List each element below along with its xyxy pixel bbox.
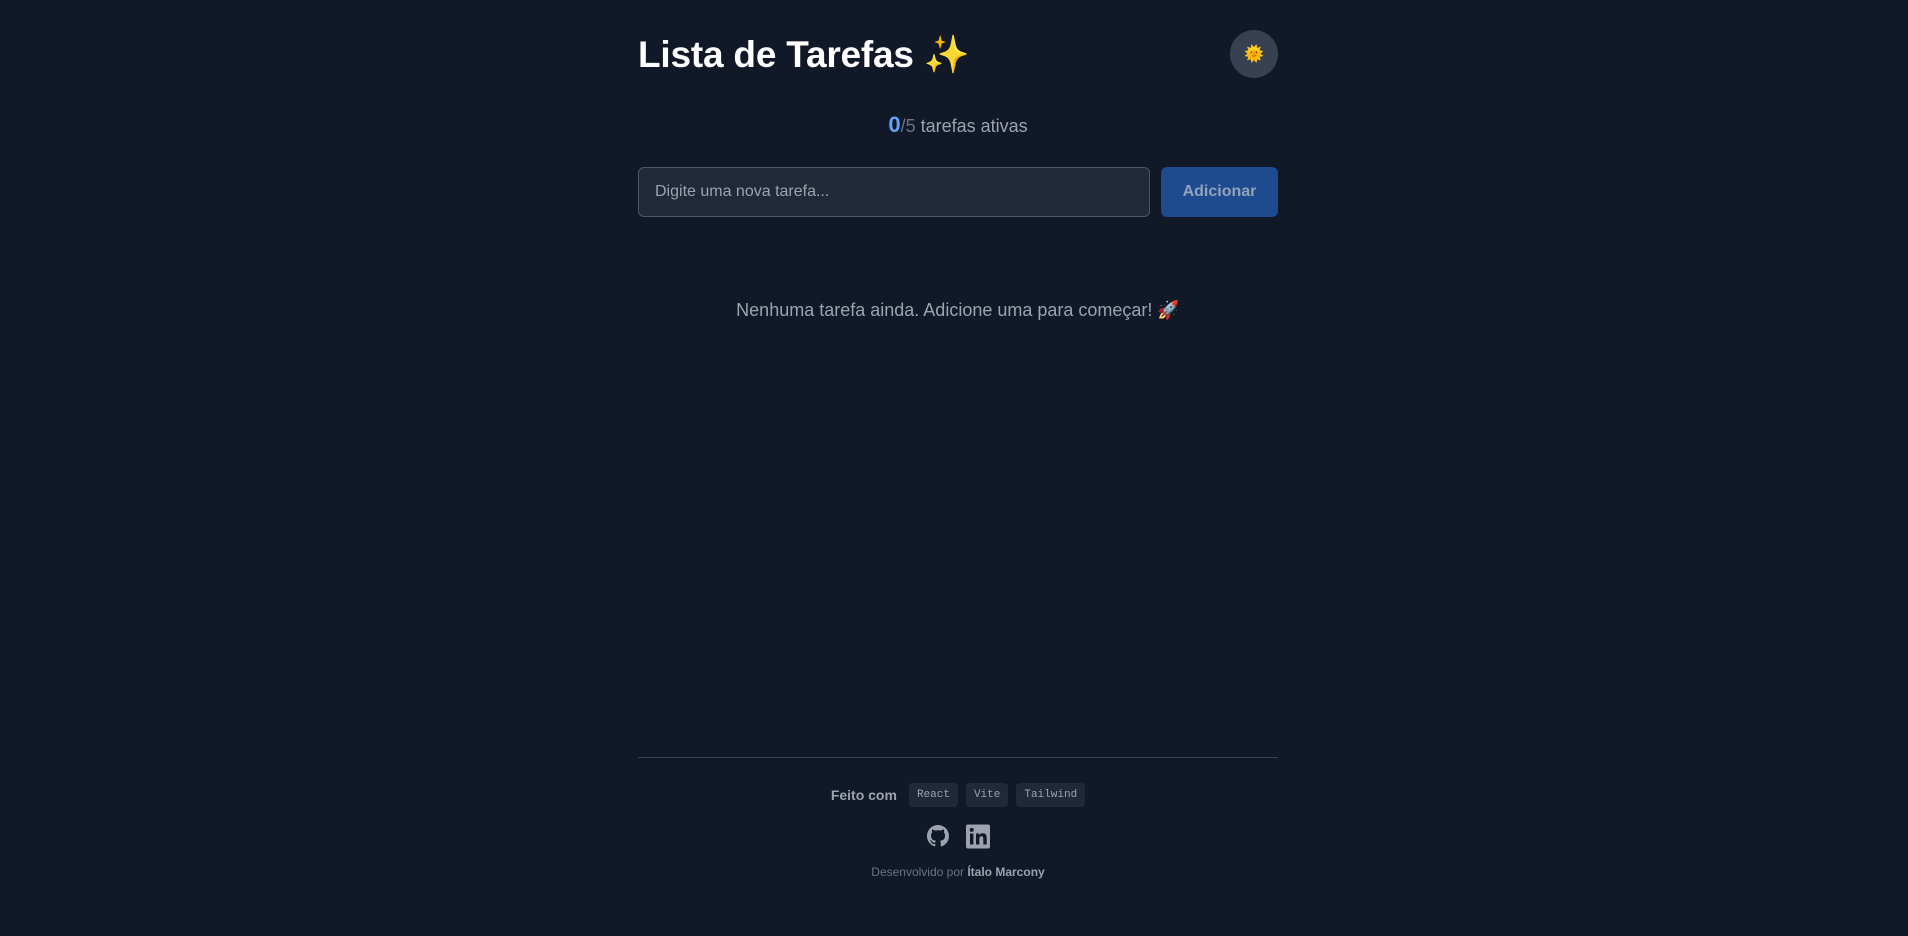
task-form: Adicionar [638,167,1278,217]
sun-icon: 🌞 [1244,46,1264,63]
tech-badge-react: React [908,783,958,807]
total-count: /5 [900,116,916,136]
header: Lista de Tarefas ✨ 🌞 [638,30,1278,82]
made-with: Feito com React Vite Tailwind [638,783,1278,807]
tech-badge-tailwind: Tailwind [1016,783,1086,807]
credit-prefix: Desenvolvido por [871,865,968,879]
task-counter: 0/5 tarefas ativas [638,112,1278,138]
linkedin-link[interactable] [966,824,990,848]
app-container: Lista de Tarefas ✨ 🌞 0/5 tarefas ativas … [638,0,1278,936]
counter-label: tarefas ativas [915,116,1028,136]
add-task-button[interactable]: Adicionar [1161,167,1278,217]
empty-state-message: Nenhuma tarefa ainda. Adicione uma para … [736,300,1180,320]
active-count: 0 [888,112,901,137]
tech-badge-vite: Vite [965,783,1009,807]
new-task-input[interactable] [638,167,1150,217]
github-icon [927,825,949,847]
author-name[interactable]: Ítalo Marcony [967,865,1044,879]
theme-toggle-button[interactable]: 🌞 [1230,30,1278,78]
made-with-label: Feito com [830,787,897,803]
linkedin-icon [966,824,990,848]
footer: Feito com React Vite Tailwind Desenvolvi… [638,757,1278,879]
credit: Desenvolvido por Ítalo Marcony [638,865,1278,879]
page-title: Lista de Tarefas ✨ [638,34,970,75]
github-link[interactable] [926,824,950,848]
social-links [638,824,1278,848]
